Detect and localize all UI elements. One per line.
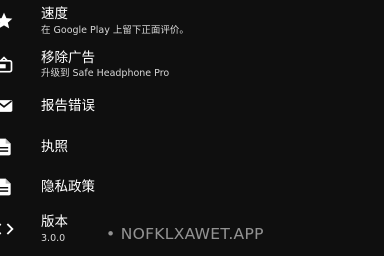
- watermark: • NOFKLXAWET.APP: [106, 225, 264, 243]
- settings-item-description: 升级到 Safe Headphone Pro: [41, 68, 170, 79]
- settings-item-label: 移除广告: [41, 50, 95, 66]
- mail-icon: [0, 96, 14, 116]
- settings-item-label: 版本: [41, 214, 68, 230]
- settings-item-label: 隐私政策: [41, 179, 95, 195]
- settings-screen: 速度 在 Google Play 上留下正面评价。 移除广告 升级到 Safe …: [0, 0, 384, 256]
- settings-item-description: 在 Google Play 上留下正面评价。: [41, 25, 189, 36]
- settings-item-label: 报告错误: [41, 98, 95, 114]
- remove-ads-icon: [0, 55, 14, 75]
- document-icon: [0, 137, 14, 157]
- settings-item-label: 执照: [41, 139, 68, 155]
- star-icon: [0, 11, 14, 31]
- settings-item-report-bug[interactable]: 报告错误: [0, 86, 384, 126]
- settings-item-remove-ads[interactable]: 移除广告 升级到 Safe Headphone Pro: [0, 46, 384, 86]
- code-icon: [0, 219, 14, 239]
- watermark-dot: •: [106, 225, 116, 243]
- settings-item-label: 速度: [41, 6, 68, 22]
- version-number: 3.0.0: [41, 233, 66, 244]
- settings-item-license[interactable]: 执照: [0, 126, 384, 166]
- settings-item-privacy-policy[interactable]: 隐私政策: [0, 166, 384, 206]
- document-icon: [0, 177, 14, 197]
- settings-item-rate[interactable]: 速度 在 Google Play 上留下正面评价。: [0, 2, 384, 42]
- watermark-text: NOFKLXAWET.APP: [120, 225, 264, 243]
